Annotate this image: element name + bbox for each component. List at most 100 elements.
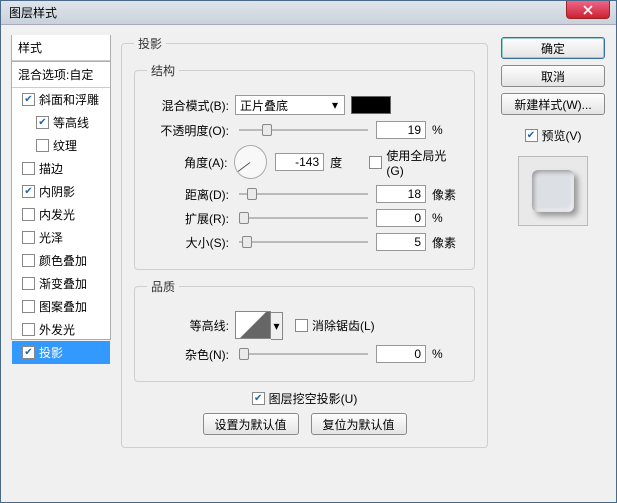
- checkbox-icon: [22, 208, 35, 221]
- preview-label: 预览(V): [542, 127, 582, 144]
- style-item-3[interactable]: 描边: [12, 157, 110, 180]
- opacity-unit: %: [432, 123, 462, 137]
- checkbox-icon: [295, 319, 308, 332]
- close-icon: [583, 5, 593, 15]
- angle-label: 角度(A):: [147, 154, 234, 171]
- angle-unit: 度: [330, 154, 359, 171]
- checkbox-icon: [22, 93, 35, 106]
- spread-label: 扩展(R):: [147, 210, 235, 227]
- panel-title: 投影: [134, 35, 166, 52]
- antialias-label: 消除锯齿(L): [312, 317, 375, 334]
- structure-legend: 结构: [147, 62, 179, 79]
- structure-fieldset: 结构 混合模式(B): 正片叠底 ▾ 不透明度(O): 19 %: [134, 62, 475, 270]
- styles-column: 样式 混合选项:自定 斜面和浮雕等高线纹理描边内阴影内发光光泽颜色叠加渐变叠加图…: [11, 35, 111, 492]
- style-item-7[interactable]: 颜色叠加: [12, 249, 110, 272]
- knockout-checkbox[interactable]: 图层挖空投影(U): [252, 390, 358, 407]
- cancel-button[interactable]: 取消: [501, 65, 605, 87]
- checkbox-icon: [22, 346, 35, 359]
- dropshadow-fieldset: 投影 结构 混合模式(B): 正片叠底 ▾ 不透明度(O):: [121, 35, 488, 448]
- style-item-8[interactable]: 渐变叠加: [12, 272, 110, 295]
- checkbox-icon: [525, 129, 538, 142]
- style-item-5[interactable]: 内发光: [12, 203, 110, 226]
- noise-unit: %: [432, 347, 462, 361]
- distance-input[interactable]: 18: [376, 185, 426, 203]
- layer-style-dialog: 图层样式 样式 混合选项:自定 斜面和浮雕等高线纹理描边内阴影内发光光泽颜色叠加…: [0, 0, 617, 503]
- style-item-1[interactable]: 等高线: [12, 111, 110, 134]
- style-item-label: 光泽: [39, 229, 63, 246]
- checkbox-icon: [22, 185, 35, 198]
- window-title: 图层样式: [9, 4, 57, 21]
- spread-unit: %: [432, 211, 462, 225]
- checkbox-icon: [22, 162, 35, 175]
- quality-legend: 品质: [147, 278, 179, 295]
- styles-list: 样式 混合选项:自定 斜面和浮雕等高线纹理描边内阴影内发光光泽颜色叠加渐变叠加图…: [11, 35, 111, 340]
- style-item-label: 等高线: [53, 114, 89, 131]
- style-item-label: 外发光: [39, 321, 75, 338]
- distance-slider[interactable]: [239, 185, 368, 203]
- contour-label: 等高线:: [147, 317, 235, 334]
- size-input[interactable]: 5: [376, 233, 426, 251]
- style-item-4[interactable]: 内阴影: [12, 180, 110, 203]
- spread-input[interactable]: 0: [376, 209, 426, 227]
- checkbox-icon: [22, 277, 35, 290]
- knockout-label: 图层挖空投影(U): [269, 390, 358, 407]
- shadow-color-swatch[interactable]: [351, 96, 391, 114]
- contour-picker[interactable]: ▾: [235, 311, 271, 339]
- preview-swatch: [518, 156, 588, 226]
- noise-label: 杂色(N):: [147, 346, 235, 363]
- spread-slider[interactable]: [239, 209, 368, 227]
- titlebar[interactable]: 图层样式: [1, 1, 616, 25]
- quality-fieldset: 品质 等高线: ▾ 消除锯齿(L) 杂色(N):: [134, 278, 475, 382]
- checkbox-icon: [22, 254, 35, 267]
- noise-slider[interactable]: [239, 345, 368, 363]
- close-button[interactable]: [566, 1, 610, 19]
- antialias-checkbox[interactable]: 消除锯齿(L): [295, 317, 375, 334]
- checkbox-icon: [36, 116, 49, 129]
- style-item-label: 内阴影: [39, 183, 75, 200]
- opacity-input[interactable]: 19: [376, 121, 426, 139]
- checkbox-icon: [22, 323, 35, 336]
- preview-checkbox[interactable]: 预览(V): [525, 127, 582, 144]
- globallight-checkbox[interactable]: 使用全局光(G): [369, 147, 462, 178]
- styles-header[interactable]: 样式: [12, 35, 110, 61]
- reset-default-button[interactable]: 复位为默认值: [311, 413, 407, 435]
- style-item-label: 斜面和浮雕: [39, 91, 99, 108]
- angle-dial[interactable]: [234, 145, 267, 179]
- style-item-10[interactable]: 外发光: [12, 318, 110, 341]
- size-label: 大小(S):: [147, 234, 235, 251]
- style-item-11[interactable]: 投影: [12, 341, 110, 364]
- style-item-label: 图案叠加: [39, 298, 87, 315]
- opacity-label: 不透明度(O):: [147, 122, 235, 139]
- style-item-label: 纹理: [53, 137, 77, 154]
- style-item-9[interactable]: 图案叠加: [12, 295, 110, 318]
- style-item-label: 颜色叠加: [39, 252, 87, 269]
- distance-unit: 像素: [432, 186, 462, 203]
- style-item-label: 渐变叠加: [39, 275, 87, 292]
- checkbox-icon: [252, 392, 265, 405]
- style-item-label: 投影: [39, 344, 63, 361]
- globallight-label: 使用全局光(G): [386, 147, 462, 178]
- checkbox-icon: [22, 231, 35, 244]
- checkbox-icon: [36, 139, 49, 152]
- size-slider[interactable]: [239, 233, 368, 251]
- angle-input[interactable]: -143: [275, 153, 324, 171]
- noise-input[interactable]: 0: [376, 345, 426, 363]
- distance-label: 距离(D):: [147, 186, 235, 203]
- ok-button[interactable]: 确定: [501, 37, 605, 59]
- style-item-0[interactable]: 斜面和浮雕: [12, 88, 110, 111]
- blendmode-label: 混合模式(B):: [147, 97, 235, 114]
- style-item-label: 描边: [39, 160, 63, 177]
- chevron-down-icon: ▾: [328, 98, 342, 112]
- blendopts-header[interactable]: 混合选项:自定: [12, 61, 110, 88]
- checkbox-icon: [22, 300, 35, 313]
- new-style-button[interactable]: 新建样式(W)...: [501, 93, 605, 115]
- chevron-down-icon: ▾: [271, 312, 283, 340]
- blendmode-combo[interactable]: 正片叠底 ▾: [235, 95, 345, 115]
- style-item-6[interactable]: 光泽: [12, 226, 110, 249]
- checkbox-icon: [369, 156, 382, 169]
- set-default-button[interactable]: 设置为默认值: [203, 413, 299, 435]
- opacity-slider[interactable]: [239, 121, 368, 139]
- style-item-2[interactable]: 纹理: [12, 134, 110, 157]
- right-column: 确定 取消 新建样式(W)... 预览(V): [498, 35, 608, 492]
- style-item-label: 内发光: [39, 206, 75, 223]
